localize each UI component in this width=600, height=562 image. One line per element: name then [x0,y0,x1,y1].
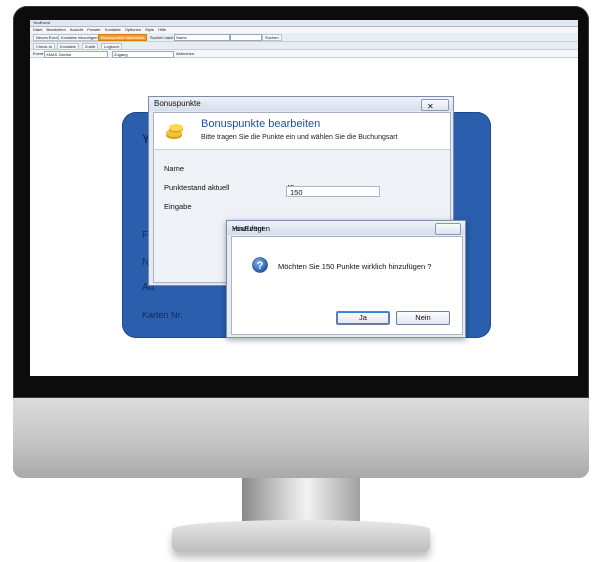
screen: YouEvent Datei Bearbeiten Ansicht Fenste… [30,20,578,376]
search-input[interactable] [230,34,262,41]
event-label: Event [33,51,44,56]
checkin-button[interactable]: Check-In [33,43,56,50]
close-icon: ✕ [427,102,434,111]
menu-bearbeiten[interactable]: Bearbeiten [46,27,65,32]
search-by-label: Suchen nach [150,35,174,40]
main-toolbar: Neues Event Kontakte hinzufügen Bonuspun… [30,33,578,42]
yes-button[interactable]: Ja [336,311,390,325]
bonus-dialog-heading: Bonuspunkte bearbeiten [201,118,321,130]
bonus-dialog-title: Bonuspunkte [154,99,201,108]
confirm-dialog-titlebar: YouEvent Hinzufügen [227,221,465,235]
search-button[interactable]: Suchen [262,34,282,41]
menu-fenster[interactable]: Fenster [87,27,101,32]
app-titlebar: YouEvent [30,20,578,27]
confirm-dialog-body: ? Möchten Sie 150 Punkte wirklich hinzuf… [231,236,463,335]
bonus-dialog-close-button[interactable]: ✕ [421,99,449,111]
menu-datei[interactable]: Datei [33,27,42,32]
add-contact-button[interactable]: Kontakte hinzufügen [58,34,101,41]
confirm-dialog-close-button[interactable] [435,223,461,235]
logbuch-button[interactable]: Logbuch [101,43,123,50]
zutritt-button[interactable]: Zutritt [82,43,99,50]
name-label: Name [164,164,185,173]
input-label: Eingabe [164,202,192,211]
secondary-toolbar: Check-In Kontakte Zutritt Logbuch [30,42,578,50]
points-input[interactable]: 150 [286,186,380,197]
svg-text:?: ? [257,260,264,272]
no-button[interactable]: Nein [396,311,450,325]
bonus-dialog-titlebar: Bonuspunkte ✕ [149,97,453,111]
menu-optionen[interactable]: Optionen [125,27,141,32]
question-icon: ? [252,257,268,273]
coins-icon [166,124,183,139]
event-select[interactable]: XMAS Zumba [44,51,108,58]
points-label: Punktestand aktuell [164,183,230,192]
monitor-stand-foot [172,520,430,552]
panel-label-karten-nr: Karten Nr. [142,310,183,320]
bonus-dialog-subtitle: Bitte tragen Sie die Punkte ein und wähl… [201,134,398,141]
edit-bonus-button[interactable]: Bonuspunkte bearbeiten [98,34,148,41]
search-field-select[interactable]: Name [174,34,230,41]
ghost-button-label: Hinzufügen [232,224,270,233]
bonus-dialog-header: Bonuspunkte bearbeiten Bitte tragen Sie … [154,113,450,150]
abbuchen-checkbox[interactable]: Abbuchen [176,51,194,56]
monitor-stand-neck [242,478,360,522]
confirm-message: Möchten Sie 150 Punkte wirklich hinzufüg… [278,262,432,271]
event-toolbar: Event XMAS Zumba Zugang Abbuchen [30,50,578,58]
menu-style[interactable]: Style [145,27,154,32]
confirm-dialog: YouEvent Hinzufügen ? Möchten Sie 150 Pu… [226,220,466,338]
app-title: YouEvent [33,20,50,25]
kontakte-button[interactable]: Kontakte [57,43,79,50]
menu-kontakte[interactable]: Kontakte [105,27,121,32]
menu-hilfe[interactable]: Hilfe [158,27,166,32]
zugang-select[interactable]: Zugang [112,51,174,58]
menu-ansicht[interactable]: Ansicht [70,27,83,32]
monitor-chin [13,398,589,478]
